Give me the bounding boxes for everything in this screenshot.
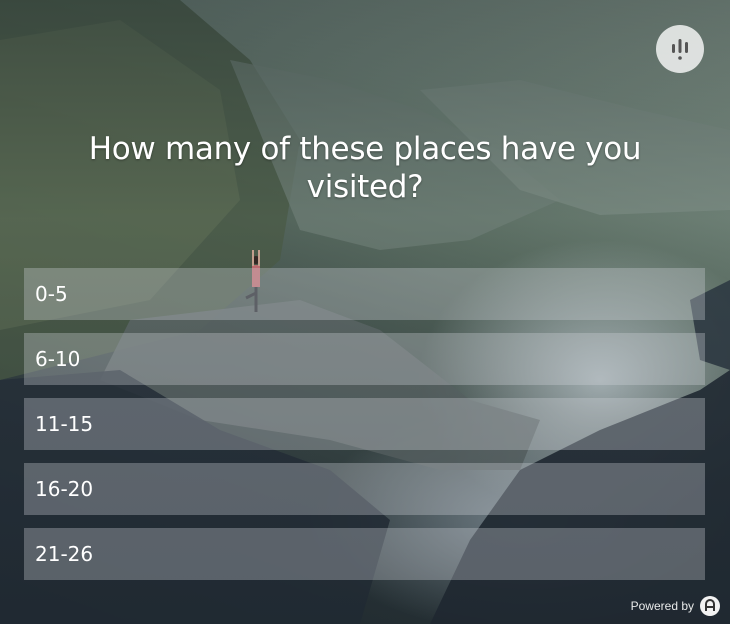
poll-question: How many of these places have you visite… xyxy=(88,131,642,205)
poll-options: 0-5 6-10 11-15 16-20 21-26 xyxy=(24,268,705,593)
poll-option[interactable]: 0-5 xyxy=(24,268,705,320)
powered-by-label: Powered by xyxy=(630,599,694,613)
poll-option[interactable]: 6-10 xyxy=(24,333,705,385)
poll-logo-icon xyxy=(672,39,688,60)
brand-logo-icon xyxy=(700,596,720,616)
poll-widget: How many of these places have you visite… xyxy=(0,0,730,624)
poll-option[interactable]: 11-15 xyxy=(24,398,705,450)
poll-option[interactable]: 21-26 xyxy=(24,528,705,580)
poll-option[interactable]: 16-20 xyxy=(24,463,705,515)
powered-by-link[interactable]: Powered by xyxy=(631,596,720,616)
poll-logo-button[interactable] xyxy=(656,25,704,73)
